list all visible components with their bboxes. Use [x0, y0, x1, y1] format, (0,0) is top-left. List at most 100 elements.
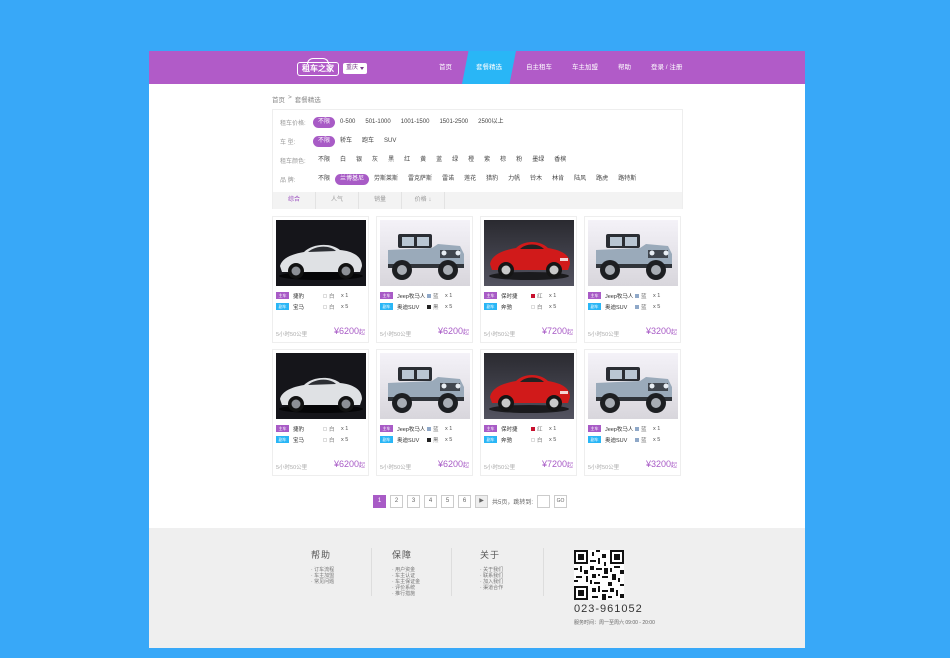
- color-swatch: [323, 437, 327, 442]
- car-photo[interactable]: [588, 220, 678, 286]
- filter-option[interactable]: 林肯: [547, 174, 569, 185]
- page-button[interactable]: 3: [407, 495, 420, 508]
- car-model-name: 保时捷: [501, 293, 518, 300]
- sort-option[interactable]: 人气: [316, 192, 359, 209]
- filter-option[interactable]: 蓝: [431, 155, 447, 166]
- page-button[interactable]: 5: [441, 495, 454, 508]
- car-photo[interactable]: [484, 353, 574, 419]
- product-card[interactable]: 主车 保时捷 红 x 1 副车 奔驰 白 x 5 5小时50公里 ¥7200起: [480, 216, 577, 343]
- filter-option[interactable]: 墨绿: [527, 155, 549, 166]
- color-swatch: [531, 437, 535, 442]
- filter-option[interactable]: 黄: [415, 155, 431, 166]
- filter-option[interactable]: 不限: [313, 155, 335, 166]
- nav-item[interactable]: 自主租车: [516, 51, 562, 84]
- filter-option[interactable]: 跑车: [357, 136, 379, 147]
- filter-option[interactable]: 轿车: [335, 136, 357, 147]
- filter-option[interactable]: 猎豹: [481, 174, 503, 185]
- city-selector[interactable]: 重庆: [343, 63, 368, 74]
- color-swatch: [323, 304, 327, 309]
- page-button[interactable]: 4: [424, 495, 437, 508]
- product-card[interactable]: 主车 Jeep牧马人蓝 x 1 副车 奥迪SUV 黑 x 5 5小时50公里 ¥6200起: [376, 216, 473, 343]
- page-jump-input[interactable]: [537, 495, 551, 508]
- car-photo[interactable]: [276, 353, 366, 419]
- breadcrumb-home[interactable]: 首页: [272, 94, 285, 104]
- page-button[interactable]: 6: [458, 495, 471, 508]
- filter-option[interactable]: 力帆: [503, 174, 525, 185]
- sort-option[interactable]: 销量: [359, 192, 402, 209]
- car-quantity: x 1: [445, 292, 453, 299]
- footer-column: 帮助 · 订车流程 · 车主加盟 · 常见问题: [311, 548, 334, 585]
- filter-option[interactable]: 银: [351, 155, 367, 166]
- filter-option[interactable]: SUV: [379, 136, 401, 147]
- filter-option[interactable]: 不限: [313, 116, 336, 128]
- car-model-name: 奥迪SUV: [605, 437, 628, 444]
- product-card[interactable]: 主车 Jeep牧马人蓝 x 1 副车 奥迪SUV 蓝 x 5 5小时50公里 ¥3200起: [584, 216, 681, 343]
- filter-option[interactable]: 黑: [383, 155, 399, 166]
- footer-link-label[interactable]: 常见问题: [314, 579, 334, 585]
- car-photo[interactable]: [380, 220, 470, 286]
- filter-option[interactable]: 铃木: [525, 174, 547, 185]
- car-photo[interactable]: [484, 220, 574, 286]
- filter-option[interactable]: 香槟: [549, 155, 571, 166]
- site-logo[interactable]: 租车之家 重庆: [297, 57, 368, 78]
- car-photo[interactable]: [588, 353, 678, 419]
- filter-option[interactable]: 白: [335, 155, 351, 166]
- main-nav: 首页 套餐精选 自主租车 车主加盟 帮助 登录 / 注册: [429, 51, 692, 84]
- footer-column-title: 保障: [392, 550, 413, 560]
- product-card[interactable]: 主车 Jeep牧马人蓝 x 1 副车 奥迪SUV 蓝 x 5 5小时50公里 ¥3200起: [584, 349, 681, 476]
- car-color: 蓝: [433, 293, 439, 300]
- filter-option[interactable]: 兰博基尼: [335, 173, 370, 185]
- product-card[interactable]: 主车 Jeep牧马人蓝 x 1 副车 奥迪SUV 黑 x 5 5小时50公里 ¥6200起: [376, 349, 473, 476]
- filter-option[interactable]: 路虎: [591, 174, 613, 185]
- footer-link[interactable]: · 常见问题: [311, 579, 334, 585]
- footer-link[interactable]: · 渠道合作: [480, 585, 503, 591]
- car-color: 白: [537, 304, 543, 311]
- nav-item[interactable]: 首页: [429, 51, 462, 84]
- filter-option[interactable]: 501-1000: [360, 117, 395, 128]
- filter-option[interactable]: 雷克萨斯: [403, 174, 437, 185]
- filter-option[interactable]: 灰: [367, 155, 383, 166]
- footer-link[interactable]: · 推行措施: [392, 591, 420, 597]
- sort-option[interactable]: 综合: [273, 192, 316, 209]
- product-card[interactable]: 主车 保时捷 红 x 1 副车 奔驰 白 x 5 5小时50公里 ¥7200起: [480, 349, 577, 476]
- page-button[interactable]: 1: [373, 495, 386, 508]
- filter-option[interactable]: 粉: [511, 155, 527, 166]
- product-card[interactable]: 主车 捷豹白 x 1 副车 宝马白 x 5 5小时50公里 ¥6200起: [272, 216, 369, 343]
- car-role-badge: 主车: [484, 425, 497, 432]
- car-role-badge: 副车: [380, 436, 393, 443]
- car-model-name: Jeep牧马人: [605, 293, 634, 300]
- package-duration: 5小时50公里: [380, 332, 412, 338]
- filter-option[interactable]: 莲花: [459, 174, 481, 185]
- page-button[interactable]: 2: [390, 495, 403, 508]
- nav-item[interactable]: 车主加盟: [562, 51, 608, 84]
- filter-option[interactable]: 2500以上: [473, 117, 508, 128]
- filter-option[interactable]: 紫: [479, 155, 495, 166]
- filter-option[interactable]: 不限: [313, 174, 335, 185]
- nav-item[interactable]: 套餐精选: [462, 51, 516, 84]
- go-button[interactable]: GO: [554, 495, 568, 508]
- sort-option[interactable]: 价格 ↓: [402, 192, 445, 209]
- filter-option[interactable]: 红: [399, 155, 415, 166]
- filter-option[interactable]: 1501-2500: [434, 117, 473, 128]
- qr-code-image: [574, 550, 624, 600]
- car-photo[interactable]: [276, 220, 366, 286]
- filter-option[interactable]: 雷诺: [437, 174, 459, 185]
- filter-option[interactable]: 不限: [313, 135, 336, 147]
- filter-option[interactable]: 0-500: [335, 117, 360, 128]
- filter-option[interactable]: 橙: [463, 155, 479, 166]
- footer-link-label[interactable]: 渠道合作: [483, 585, 503, 591]
- car-quantity: x 1: [549, 292, 557, 299]
- filter-option[interactable]: 路特斯: [613, 174, 641, 185]
- filter-option[interactable]: 1001-1500: [396, 117, 435, 128]
- product-card[interactable]: 主车 捷豹白 x 1 副车 宝马白 x 5 5小时50公里 ¥6200起: [272, 349, 369, 476]
- filter-option[interactable]: 劳斯莱斯: [369, 174, 403, 185]
- nav-item[interactable]: 帮助: [608, 51, 641, 84]
- next-page-icon[interactable]: ▶: [475, 495, 488, 508]
- nav-item[interactable]: 登录 / 注册: [641, 51, 692, 84]
- car-photo[interactable]: [380, 353, 470, 419]
- footer-link-label[interactable]: 推行措施: [395, 591, 415, 597]
- filter-option[interactable]: 棕: [495, 155, 511, 166]
- filter-option[interactable]: 陆风: [569, 174, 591, 185]
- pagination: 1 2 3 4 5 6 ▶ 共5页，跳转到: GO: [373, 495, 568, 508]
- filter-option[interactable]: 绿: [447, 155, 463, 166]
